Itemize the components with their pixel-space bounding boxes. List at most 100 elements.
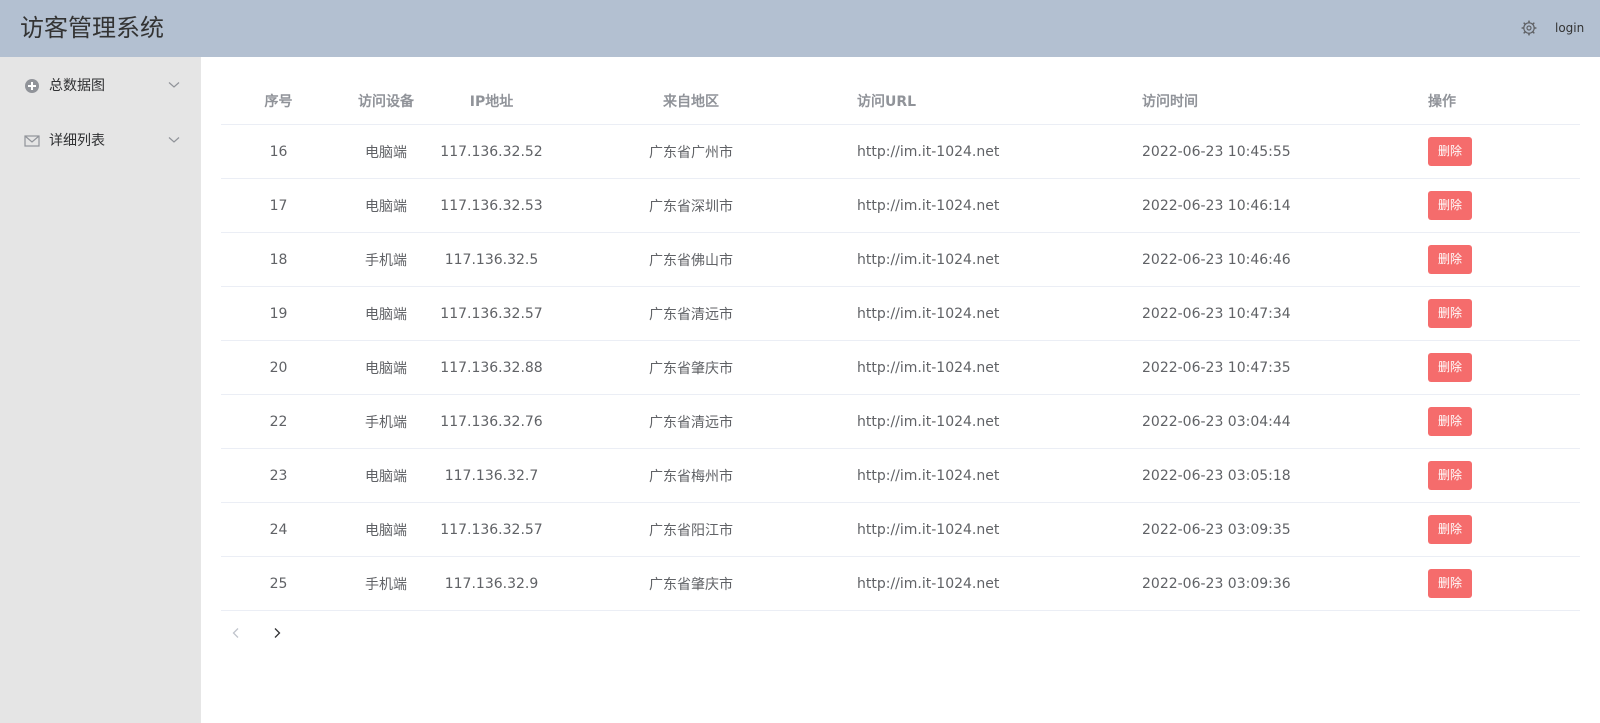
sidebar-item-label: 总数据图 <box>49 78 105 94</box>
cell-time: 2022-06-23 10:47:34 <box>1142 305 1291 322</box>
cell-device: 电脑端 <box>365 468 407 485</box>
table-row: 17 电脑端 117.136.32.53 广东省深圳市 http://im.it-102… <box>221 179 1580 233</box>
cell-region: 广东省梅州市 <box>649 468 733 485</box>
delete-button[interactable]: 删除 <box>1428 299 1472 328</box>
table-row: 19 电脑端 117.136.32.57 广东省清远市 http://im.it-102… <box>221 287 1580 341</box>
app-header: 访客管理系统 login <box>0 0 1600 57</box>
cell-time: 2022-06-23 03:05:18 <box>1142 467 1291 484</box>
delete-button[interactable]: 删除 <box>1428 191 1472 220</box>
cell-url: http://im.it-1024.net <box>857 251 1000 268</box>
cell-time: 2022-06-23 10:46:46 <box>1142 251 1291 268</box>
cell-ip: 117.136.32.88 <box>440 359 543 376</box>
cell-id: 18 <box>269 251 288 268</box>
cell-ip: 117.136.32.52 <box>440 143 543 160</box>
pagination <box>221 618 421 648</box>
cell-ip: 117.136.32.53 <box>440 197 543 214</box>
app-title: 访客管理系统 <box>20 14 164 42</box>
column-header-device: 访问设备 <box>358 93 414 110</box>
cell-device: 电脑端 <box>365 144 407 161</box>
cell-actions: 删除 <box>1428 503 1528 556</box>
cell-url: http://im.it-1024.net <box>857 143 1000 160</box>
cell-id: 22 <box>269 413 288 430</box>
cell-time: 2022-06-23 10:47:35 <box>1142 359 1291 376</box>
cell-region: 广东省广州市 <box>649 144 733 161</box>
mail-icon <box>24 135 40 147</box>
cell-id: 24 <box>269 521 288 538</box>
cell-region: 广东省清远市 <box>649 306 733 323</box>
cell-region: 广东省肇庆市 <box>649 360 733 377</box>
cell-time: 2022-06-23 03:09:35 <box>1142 521 1291 538</box>
delete-button[interactable]: 删除 <box>1428 353 1472 382</box>
cell-id: 17 <box>269 197 288 214</box>
chevron-down-icon <box>168 137 180 143</box>
cell-url: http://im.it-1024.net <box>857 575 1000 592</box>
cell-actions: 删除 <box>1428 449 1528 502</box>
cell-url: http://im.it-1024.net <box>857 413 1000 430</box>
cell-device: 电脑端 <box>365 306 407 323</box>
column-header-actions: 操作 <box>1428 93 1456 110</box>
cell-url: http://im.it-1024.net <box>857 521 1000 538</box>
table-header-row: 序号 访问设备 IP地址 来自地区 访问URL 访问时间 操作 <box>221 77 1580 125</box>
cell-url: http://im.it-1024.net <box>857 197 1000 214</box>
sidebar-item-label: 详细列表 <box>49 133 105 149</box>
login-link[interactable]: login <box>1555 20 1584 36</box>
cell-time: 2022-06-23 03:09:36 <box>1142 575 1291 592</box>
cell-id: 20 <box>269 359 288 376</box>
column-header-time: 访问时间 <box>1142 93 1198 110</box>
chevron-left-icon[interactable] <box>229 626 243 640</box>
cell-id: 23 <box>269 467 288 484</box>
delete-button[interactable]: 删除 <box>1428 569 1472 598</box>
delete-button[interactable]: 删除 <box>1428 137 1472 166</box>
cell-id: 16 <box>269 143 288 160</box>
cell-ip: 117.136.32.57 <box>440 521 543 538</box>
cell-actions: 删除 <box>1428 341 1528 394</box>
cell-actions: 删除 <box>1428 179 1528 232</box>
table-row: 20 电脑端 117.136.32.88 广东省肇庆市 http://im.it-102… <box>221 341 1580 395</box>
column-header-region: 来自地区 <box>663 93 719 110</box>
table-row: 24 电脑端 117.136.32.57 广东省阳江市 http://im.it-102… <box>221 503 1580 557</box>
table-row: 18 手机端 117.136.32.5 广东省佛山市 http://im.it-1024… <box>221 233 1580 287</box>
table-row: 22 手机端 117.136.32.76 广东省清远市 http://im.it-102… <box>221 395 1580 449</box>
cell-actions: 删除 <box>1428 395 1528 448</box>
delete-button[interactable]: 删除 <box>1428 407 1472 436</box>
delete-button[interactable]: 删除 <box>1428 515 1472 544</box>
cell-id: 25 <box>269 575 288 592</box>
cell-url: http://im.it-1024.net <box>857 305 1000 322</box>
delete-button[interactable]: 删除 <box>1428 245 1472 274</box>
cell-id: 19 <box>269 305 288 322</box>
delete-button[interactable]: 删除 <box>1428 461 1472 490</box>
visitor-table: 序号 访问设备 IP地址 来自地区 访问URL 访问时间 操作 16 电脑端 117… <box>221 77 1580 611</box>
cell-actions: 删除 <box>1428 125 1528 178</box>
cell-url: http://im.it-1024.net <box>857 359 1000 376</box>
gear-icon[interactable] <box>1521 20 1537 36</box>
cell-ip: 117.136.32.9 <box>444 575 539 592</box>
cell-device: 手机端 <box>365 576 407 593</box>
cell-url: http://im.it-1024.net <box>857 467 1000 484</box>
cell-device: 手机端 <box>365 252 407 269</box>
column-header-url: 访问URL <box>857 93 917 110</box>
cell-device: 电脑端 <box>365 198 407 215</box>
cell-time: 2022-06-23 10:45:55 <box>1142 143 1291 160</box>
cell-actions: 删除 <box>1428 233 1528 286</box>
cell-actions: 删除 <box>1428 557 1528 610</box>
cell-region: 广东省清远市 <box>649 414 733 431</box>
cell-actions: 删除 <box>1428 287 1528 340</box>
cell-ip: 117.136.32.7 <box>444 467 539 484</box>
cell-device: 电脑端 <box>365 360 407 377</box>
table-row: 23 电脑端 117.136.32.7 广东省梅州市 http://im.it-1024… <box>221 449 1580 503</box>
chevron-down-icon <box>168 82 180 88</box>
chevron-right-icon[interactable] <box>270 626 284 640</box>
cell-region: 广东省深圳市 <box>649 198 733 215</box>
cell-ip: 117.136.32.76 <box>440 413 543 430</box>
cell-time: 2022-06-23 10:46:14 <box>1142 197 1291 214</box>
cell-region: 广东省佛山市 <box>649 252 733 269</box>
cell-region: 广东省肇庆市 <box>649 576 733 593</box>
sidebar-item-overview-chart[interactable]: 总数据图 <box>0 57 200 113</box>
cell-ip: 117.136.32.5 <box>444 251 539 268</box>
cell-time: 2022-06-23 03:04:44 <box>1142 413 1291 430</box>
column-header-ip: IP地址 <box>469 93 514 110</box>
table-row: 16 电脑端 117.136.32.52 广东省广州市 http://im.it-102… <box>221 125 1580 179</box>
circle-plus-icon <box>25 79 39 93</box>
sidebar-item-detail-list[interactable]: 详细列表 <box>0 112 200 168</box>
sidebar: 总数据图 详细列表 <box>0 57 200 723</box>
